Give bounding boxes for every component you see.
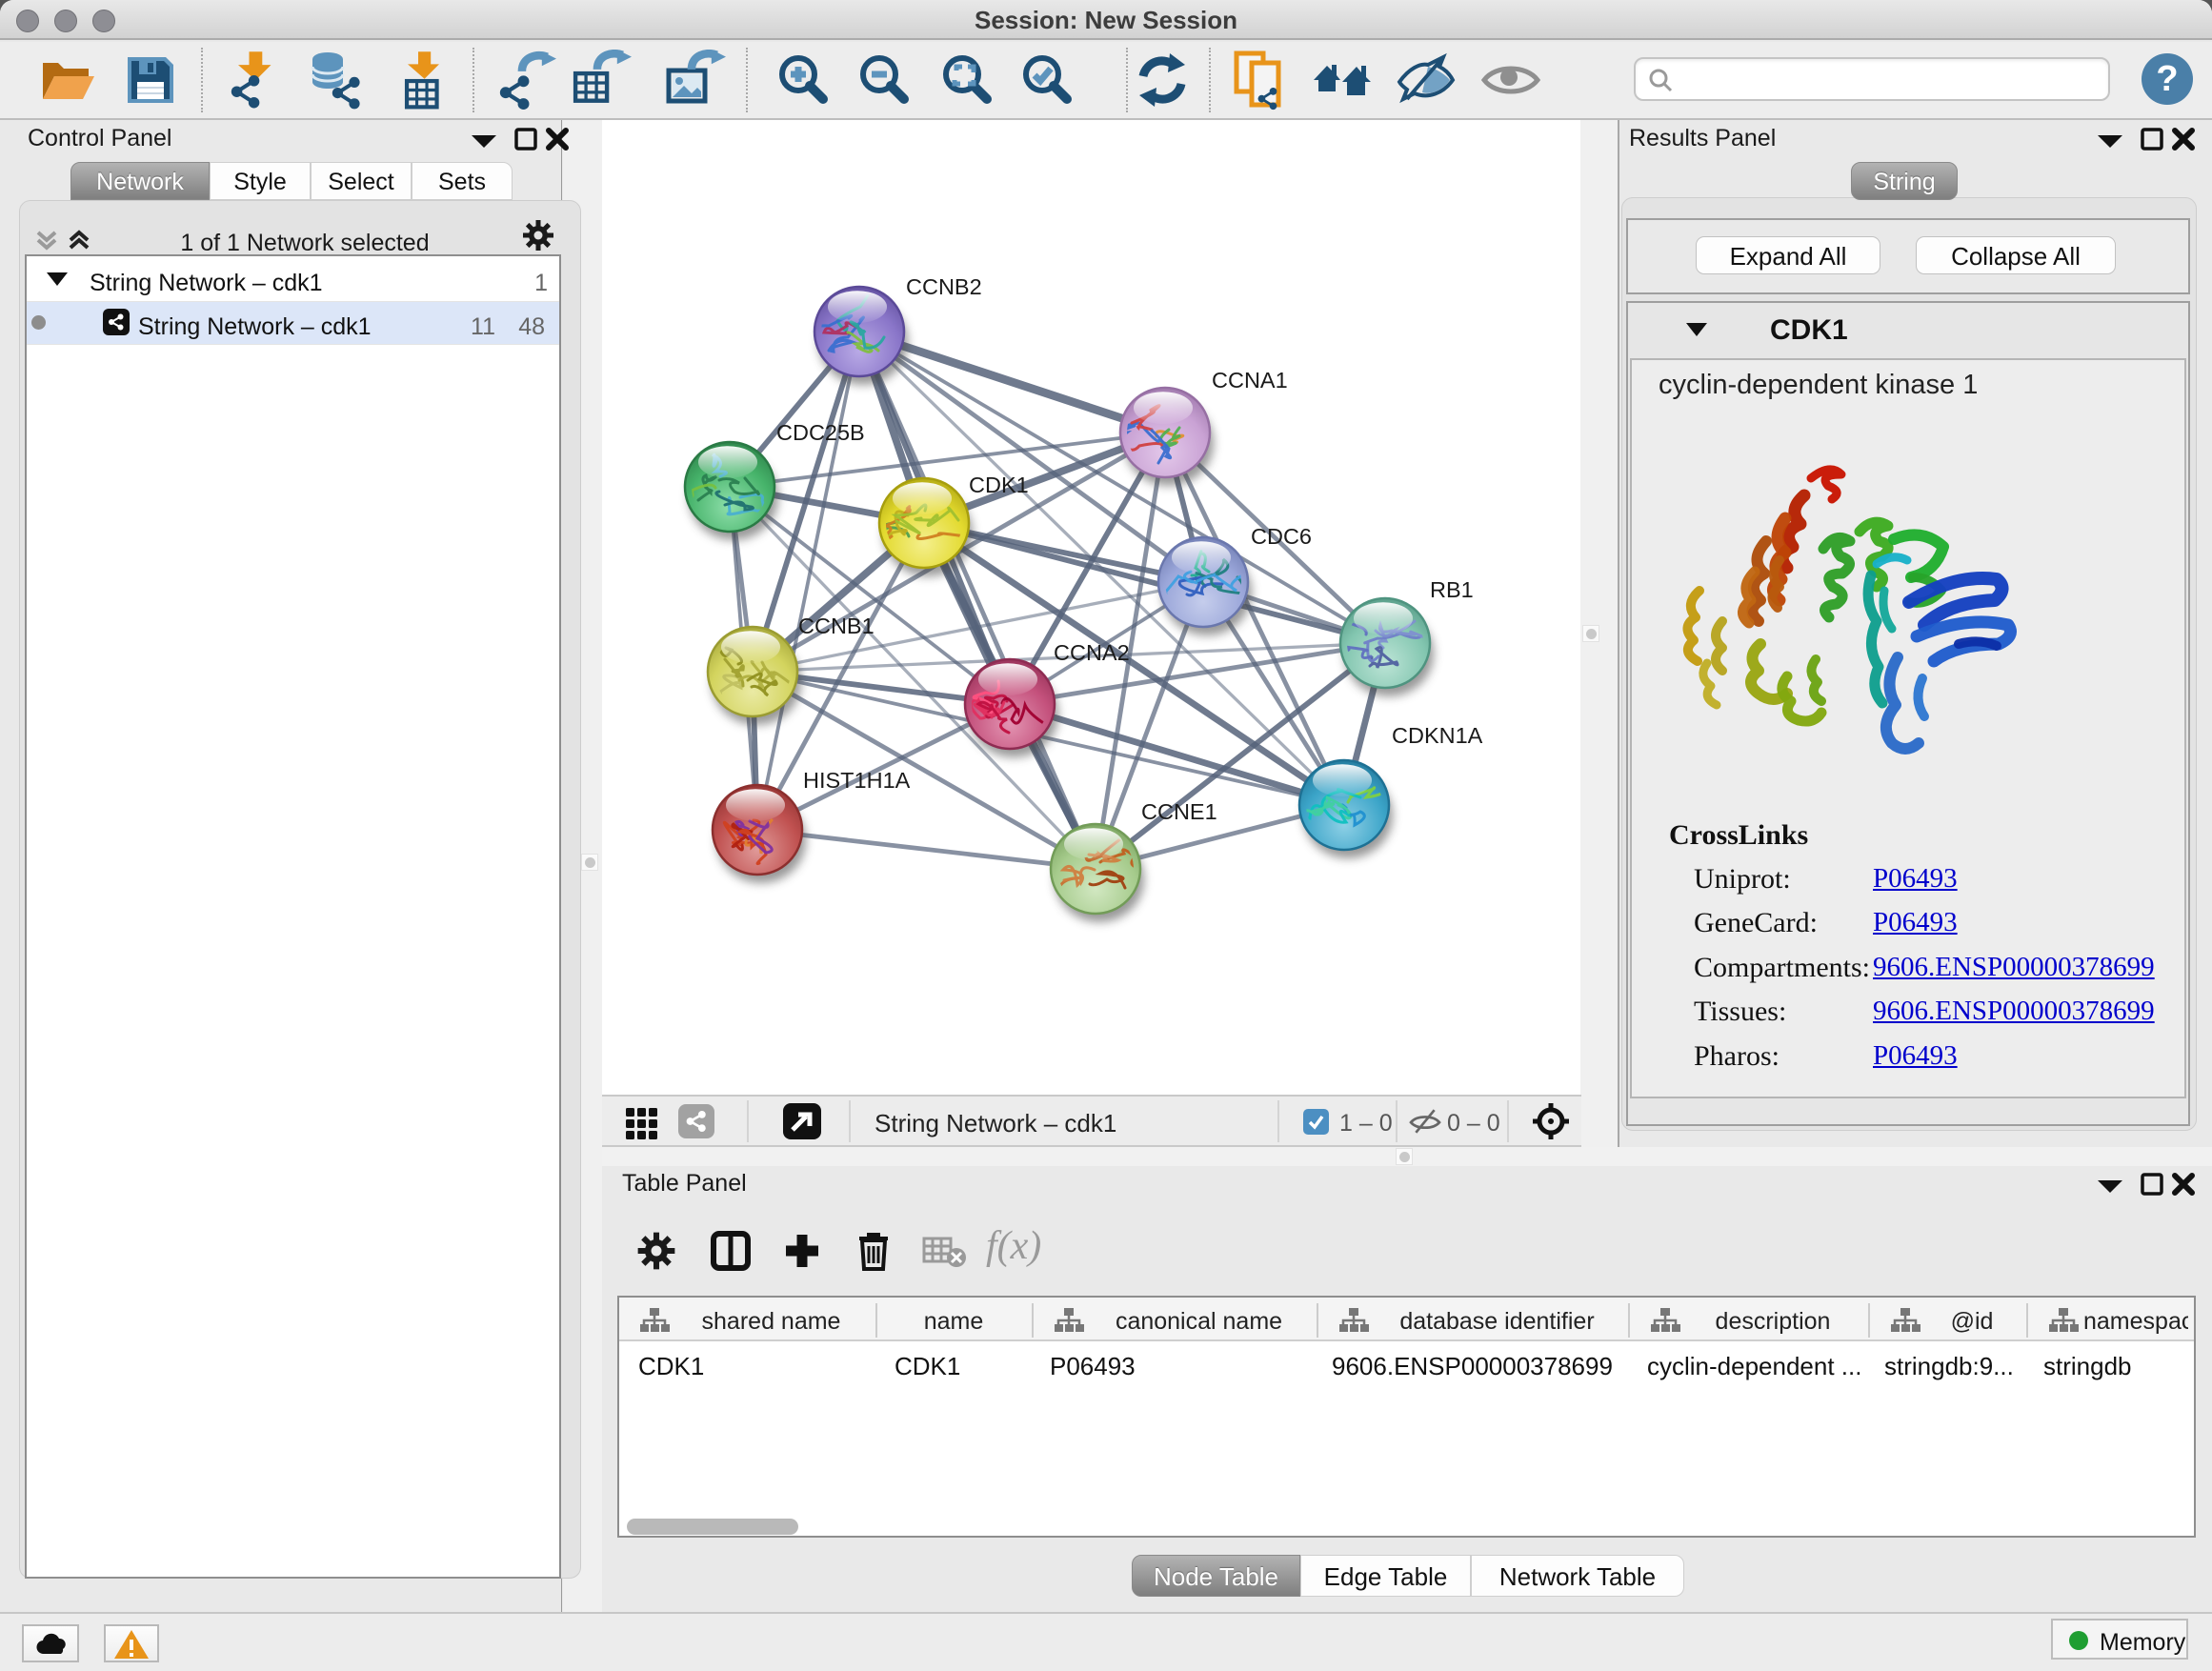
svg-text:CCNA1: CCNA1 (1212, 368, 1288, 393)
svg-text:CCNB1: CCNB1 (798, 614, 875, 638)
svg-text:CDC25B: CDC25B (776, 420, 865, 445)
svg-text:CCNA2: CCNA2 (1054, 640, 1130, 665)
svg-text:RB1: RB1 (1430, 577, 1474, 602)
svg-text:CDKN1A: CDKN1A (1392, 723, 1483, 748)
svg-text:CDC6: CDC6 (1251, 524, 1312, 549)
svg-text:CCNB2: CCNB2 (906, 274, 982, 299)
svg-text:HIST1H1A: HIST1H1A (803, 768, 911, 793)
svg-text:CDK1: CDK1 (969, 473, 1029, 497)
svg-text:CCNE1: CCNE1 (1141, 799, 1217, 824)
